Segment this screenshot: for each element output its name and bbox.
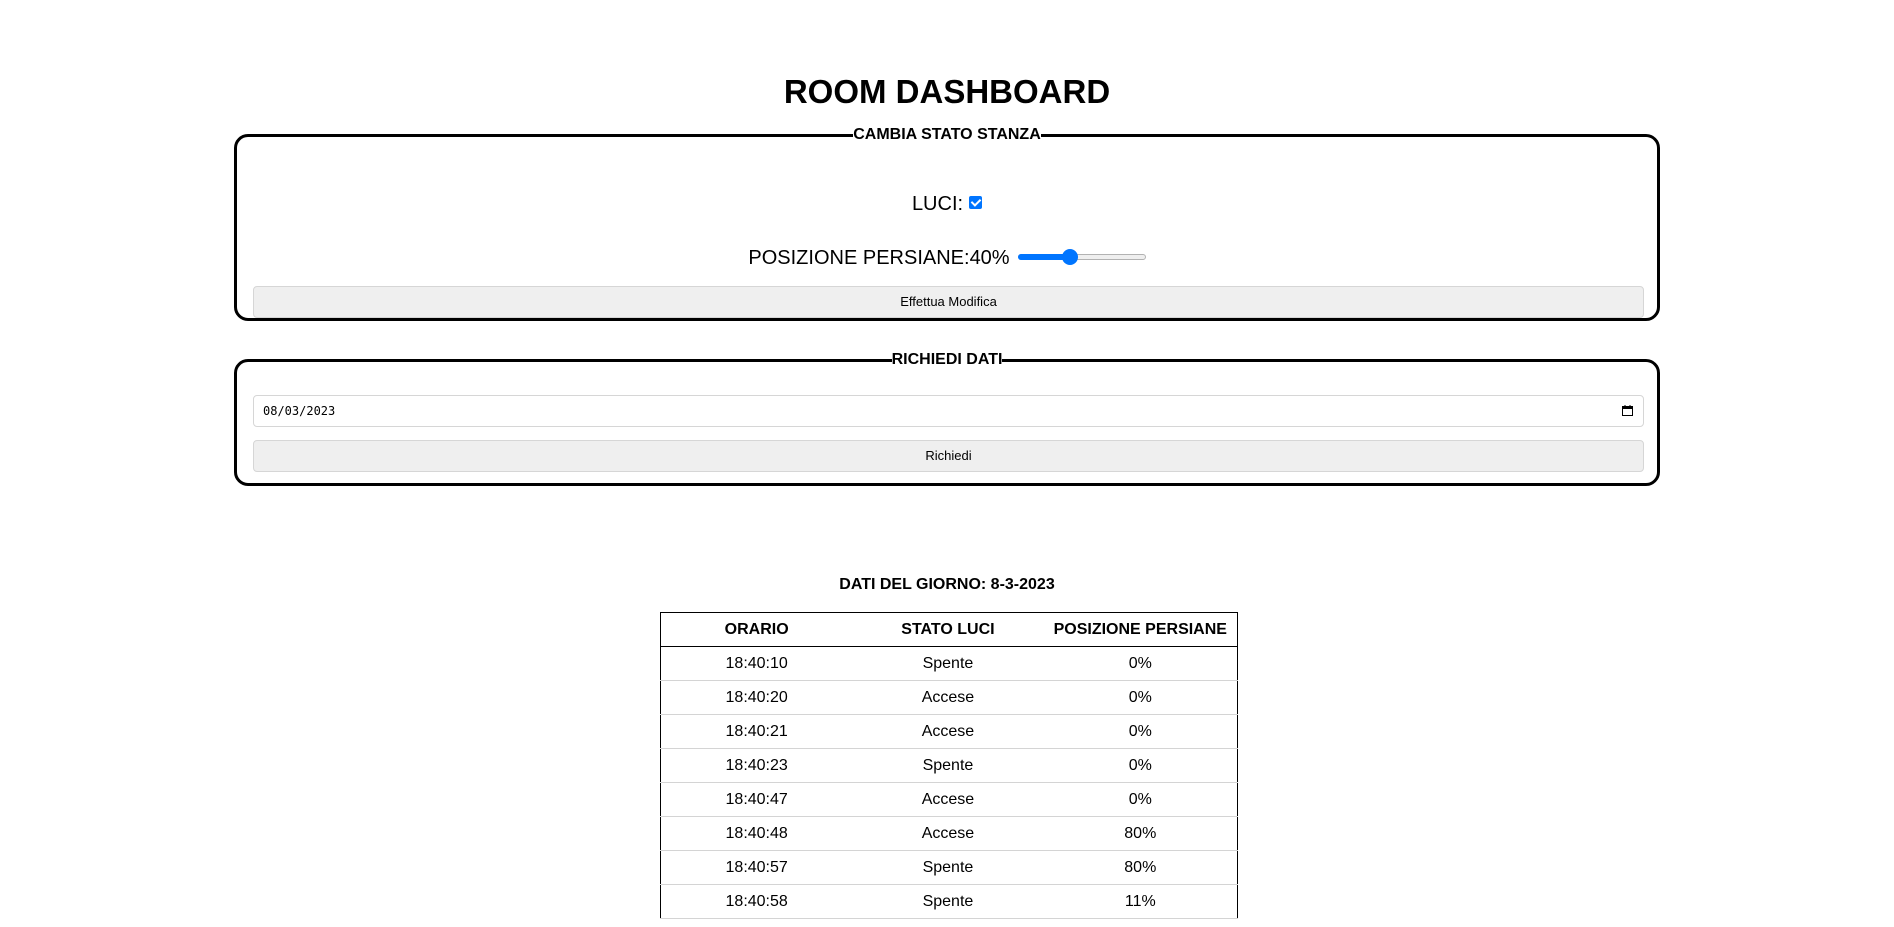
blinds-slider[interactable] [1017,248,1146,265]
cell-posizione-persiane: 80% [1043,850,1238,885]
column-header-stato-luci: STATO LUCI [852,612,1044,647]
table-row: 18:40:47 Accese 0% [660,782,1238,817]
blinds-value: 40% [969,247,1010,269]
blinds-label: POSIZIONE PERSIANE: [748,247,970,269]
change-room-state-form: CAMBIA STATO STANZA LUCI: POSIZIONE PERS… [234,126,1660,321]
cell-orario: 18:40:10 [660,646,853,681]
change-room-state-legend: CAMBIA STATO STANZA [853,126,1041,143]
cell-stato-luci: Spente [852,884,1044,919]
table-row: 18:40:57 Spente 80% [660,850,1238,885]
cell-orario: 18:40:20 [660,680,853,715]
request-data-legend: RICHIEDI DATI [891,351,1003,368]
table-row: 18:40:48 Accese 80% [660,816,1238,851]
page-title: ROOM DASHBOARD [783,73,1111,110]
data-table: ORARIO STATO LUCI POSIZIONE PERSIANE 18:… [660,612,1238,919]
cell-posizione-persiane: 0% [1043,782,1238,817]
table-row: 18:40:58 Spente 11% [660,884,1238,919]
table-header-row: ORARIO STATO LUCI POSIZIONE PERSIANE [660,612,1238,647]
cell-posizione-persiane: 0% [1043,646,1238,681]
calendar-icon[interactable] [1622,405,1633,416]
column-header-posizione-persiane: POSIZIONE PERSIANE [1043,612,1238,647]
table-row: 18:40:21 Accese 0% [660,714,1238,749]
cell-stato-luci: Accese [852,782,1044,817]
blinds-row: POSIZIONE PERSIANE:40% [237,245,1657,271]
cell-stato-luci: Spente [852,646,1044,681]
table-row: 18:40:23 Spente 0% [660,748,1238,783]
apply-change-button[interactable]: Effettua Modifica [253,286,1644,318]
cell-posizione-persiane: 0% [1043,680,1238,715]
cell-stato-luci: Accese [852,816,1044,851]
request-data-form: RICHIEDI DATI 08/03/2023 Richiedi [234,351,1660,486]
table-title: DATI DEL GIORNO: 8-3-2023 [839,576,1055,593]
date-value: 08/03/2023 [263,404,336,418]
column-header-orario: ORARIO [660,612,853,647]
date-input[interactable]: 08/03/2023 [253,395,1644,427]
cell-posizione-persiane: 0% [1043,748,1238,783]
lights-checkbox[interactable] [969,196,983,210]
cell-stato-luci: Spente [852,850,1044,885]
cell-orario: 18:40:58 [660,884,853,919]
cell-posizione-persiane: 11% [1043,884,1238,919]
cell-orario: 18:40:47 [660,782,853,817]
request-button[interactable]: Richiedi [253,440,1644,472]
cell-orario: 18:40:57 [660,850,853,885]
cell-orario: 18:40:21 [660,714,853,749]
lights-label: LUCI: [911,193,964,215]
cell-orario: 18:40:23 [660,748,853,783]
cell-stato-luci: Accese [852,714,1044,749]
cell-stato-luci: Accese [852,680,1044,715]
cell-posizione-persiane: 80% [1043,816,1238,851]
slider-thumb[interactable] [1062,248,1079,265]
cell-orario: 18:40:48 [660,816,853,851]
cell-posizione-persiane: 0% [1043,714,1238,749]
dashboard-page: ROOM DASHBOARD CAMBIA STATO STANZA LUCI:… [0,0,1894,927]
table-row: 18:40:20 Accese 0% [660,680,1238,715]
table-row: 18:40:10 Spente 0% [660,646,1238,681]
lights-row: LUCI: [237,192,1657,216]
cell-stato-luci: Spente [852,748,1044,783]
